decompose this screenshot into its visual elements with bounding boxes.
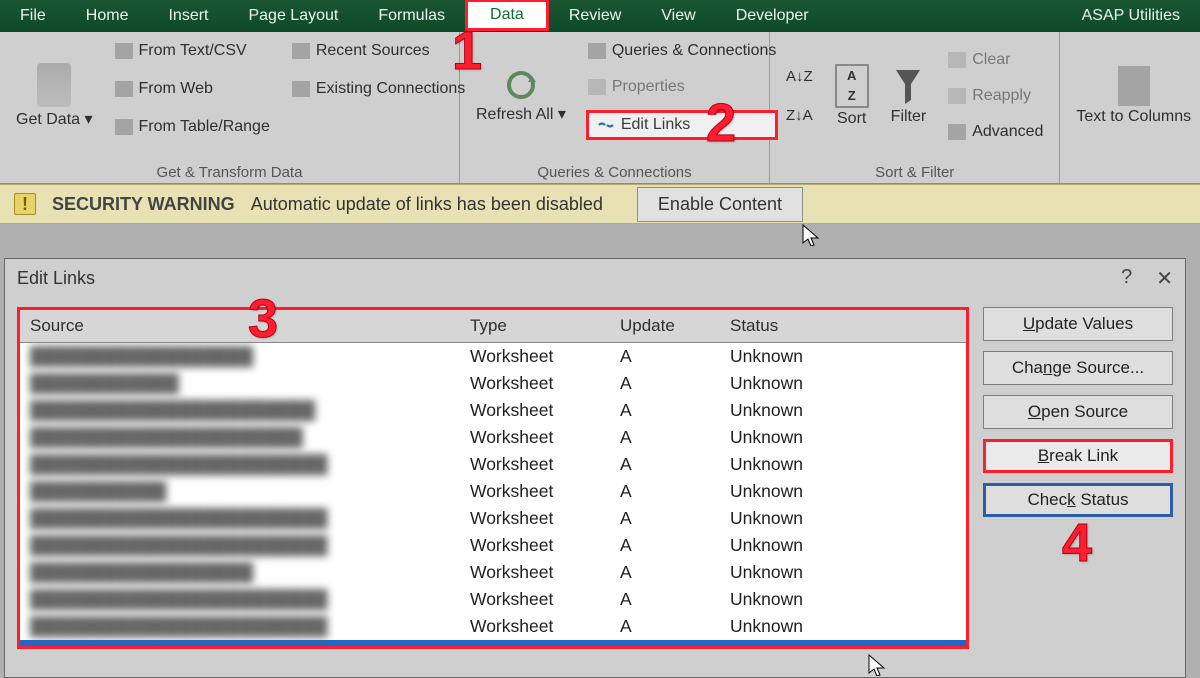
- menu-view[interactable]: View: [641, 1, 715, 31]
- dialog-title: Edit Links: [17, 268, 95, 289]
- annotation-3: 3: [248, 288, 278, 350]
- sort-button[interactable]: AZ Sort: [833, 38, 871, 153]
- advanced-button[interactable]: Advanced: [946, 119, 1045, 145]
- links-grid[interactable]: Source Type Update Status ██████████████…: [17, 307, 969, 649]
- grid-header: Source Type Update Status: [20, 310, 966, 343]
- menu-pagelayout[interactable]: Page Layout: [228, 1, 358, 31]
- table-row[interactable]: 17.06.2018 .xlsxWorksheetAUnknown: [20, 640, 966, 646]
- properties-icon: [588, 79, 606, 95]
- from-table-button[interactable]: From Table/Range: [113, 114, 272, 140]
- advanced-icon: [948, 124, 966, 140]
- textcsv-icon: [115, 43, 133, 59]
- recent-sources-button[interactable]: Recent Sources: [290, 38, 467, 64]
- group-transform-label: Get & Transform Data: [14, 160, 445, 181]
- sort-desc-icon: Z↓A: [786, 107, 813, 124]
- sort-asc-button[interactable]: A↓Z: [784, 64, 815, 89]
- table-row[interactable]: ████████████████████████WorksheetAUnknow…: [20, 613, 966, 640]
- shield-icon: !: [14, 193, 36, 215]
- sort-desc-button[interactable]: Z↓A: [784, 103, 815, 128]
- edit-links-dialog: Edit Links ? ✕ Source Type Update Status…: [4, 258, 1186, 678]
- security-warning-bar: ! SECURITY WARNING Automatic update of l…: [0, 184, 1200, 224]
- from-web-button[interactable]: From Web: [113, 76, 272, 102]
- link-icon: [597, 118, 615, 132]
- texttocolumns-icon: [1118, 66, 1150, 106]
- annotation-4: 4: [1062, 512, 1092, 574]
- table-row[interactable]: ██████████████████WorksheetAUnknown: [20, 343, 966, 370]
- annotation-1: 1: [452, 20, 482, 82]
- update-values-button[interactable]: Update Values: [983, 307, 1173, 341]
- table-row[interactable]: ████████████████████████WorksheetAUnknow…: [20, 451, 966, 478]
- open-source-button[interactable]: Open Source: [983, 395, 1173, 429]
- table-icon: [115, 119, 133, 135]
- menu-formulas[interactable]: Formulas: [358, 1, 465, 31]
- table-row[interactable]: ██████████████████████WorksheetAUnknown: [20, 424, 966, 451]
- menu-bar: File Home Insert Page Layout Formulas Da…: [0, 0, 1200, 32]
- cursor-icon: [868, 654, 886, 676]
- table-row[interactable]: ████████████████████████WorksheetAUnknow…: [20, 505, 966, 532]
- dialog-close-button[interactable]: ✕: [1156, 266, 1173, 291]
- edit-links-button[interactable]: Edit Links: [586, 110, 779, 140]
- recent-icon: [292, 43, 310, 59]
- security-title: SECURITY WARNING: [52, 194, 235, 215]
- sort-asc-icon: A↓Z: [786, 68, 813, 85]
- col-source[interactable]: Source: [20, 310, 460, 342]
- reapply-icon: [948, 88, 966, 104]
- cursor-icon: [802, 224, 820, 246]
- sort-icon: AZ: [835, 64, 869, 108]
- web-icon: [115, 81, 133, 97]
- table-row[interactable]: ██████████████████WorksheetAUnknown: [20, 559, 966, 586]
- from-textcsv-button[interactable]: From Text/CSV: [113, 38, 272, 64]
- col-type[interactable]: Type: [460, 310, 610, 342]
- menu-review[interactable]: Review: [549, 1, 641, 31]
- group-queries-label: Queries & Connections: [474, 160, 755, 181]
- queries-connections-button[interactable]: Queries & Connections: [586, 38, 779, 64]
- clear-icon: [948, 52, 966, 68]
- menu-home[interactable]: Home: [66, 1, 149, 31]
- menu-file[interactable]: File: [0, 1, 66, 31]
- dialog-help-button[interactable]: ?: [1121, 266, 1132, 291]
- properties-button[interactable]: Properties: [586, 74, 779, 100]
- menu-insert[interactable]: Insert: [148, 1, 228, 31]
- table-row[interactable]: ███████████WorksheetAUnknown: [20, 478, 966, 505]
- reapply-button[interactable]: Reapply: [946, 83, 1045, 109]
- col-status[interactable]: Status: [720, 310, 966, 342]
- col-update[interactable]: Update: [610, 310, 720, 342]
- dialog-buttons: Update Values Change Source... Open Sour…: [983, 307, 1173, 649]
- queries-icon: [588, 43, 606, 59]
- funnel-icon: [892, 66, 924, 106]
- menu-developer[interactable]: Developer: [716, 1, 829, 31]
- change-source-button[interactable]: Change Source...: [983, 351, 1173, 385]
- menu-asap[interactable]: ASAP Utilities: [1062, 1, 1200, 31]
- table-row[interactable]: ████████████████████████WorksheetAUnknow…: [20, 532, 966, 559]
- table-row[interactable]: ████████████WorksheetAUnknown: [20, 370, 966, 397]
- break-link-button[interactable]: Break Link: [983, 439, 1173, 473]
- get-data-label: Get Data ▾: [16, 109, 93, 129]
- annotation-2: 2: [706, 92, 736, 154]
- clear-button[interactable]: Clear: [946, 47, 1045, 73]
- group-sortfilter-label: Sort & Filter: [784, 160, 1045, 181]
- table-row[interactable]: ████████████████████████WorksheetAUnknow…: [20, 586, 966, 613]
- existingconn-icon: [292, 81, 310, 97]
- security-msg: Automatic update of links has been disab…: [251, 194, 603, 215]
- filter-button[interactable]: Filter: [889, 38, 929, 153]
- database-icon: [37, 63, 71, 107]
- refresh-all-button[interactable]: Refresh All ▾: [474, 38, 568, 153]
- enable-content-button[interactable]: Enable Content: [637, 187, 803, 222]
- get-data-button[interactable]: Get Data ▾: [14, 38, 95, 153]
- refresh-icon: [504, 68, 538, 102]
- table-row[interactable]: ███████████████████████WorksheetAUnknown: [20, 397, 966, 424]
- existing-connections-button[interactable]: Existing Connections: [290, 76, 467, 102]
- ribbon: Get Data ▾ From Text/CSV From Web From T…: [0, 32, 1200, 184]
- text-to-columns-button[interactable]: Text to Columns: [1074, 38, 1193, 153]
